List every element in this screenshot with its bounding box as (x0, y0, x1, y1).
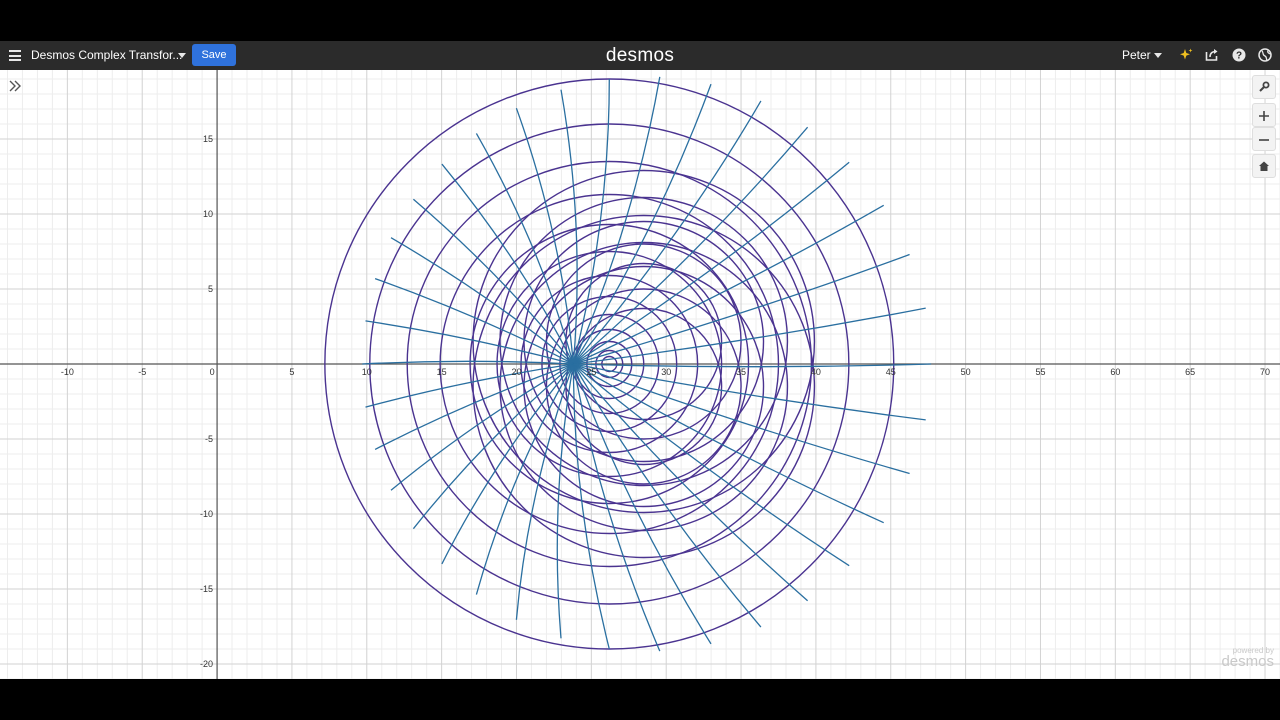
user-dropdown-chevron-icon[interactable] (1154, 53, 1162, 58)
x-tick-label: 70 (1260, 367, 1270, 377)
x-tick-label: 60 (1110, 367, 1120, 377)
y-tick-label: 10 (203, 209, 213, 219)
x-tick-label: 25 (586, 367, 596, 377)
chevron-down-icon[interactable] (178, 53, 186, 58)
y-tick-label: -20 (200, 659, 213, 669)
powered-by-desmos-watermark: powered by desmos (1221, 646, 1274, 669)
x-tick-label: 30 (661, 367, 671, 377)
x-tick-label: 50 (961, 367, 971, 377)
x-tick-label: 10 (362, 367, 372, 377)
sparkle-icon[interactable] (1178, 47, 1194, 63)
top-bar: Desmos Complex Transfor... Save desmos P… (0, 41, 1280, 70)
save-button[interactable]: Save (192, 44, 236, 66)
share-icon[interactable] (1204, 47, 1220, 63)
plus-icon[interactable] (1252, 103, 1276, 127)
help-icon[interactable]: ? (1231, 47, 1247, 63)
x-tick-label: -5 (138, 367, 146, 377)
radial-curve (573, 363, 926, 421)
minus-icon[interactable] (1252, 127, 1276, 151)
user-menu[interactable]: Peter (1122, 41, 1151, 70)
globe-icon[interactable] (1257, 47, 1273, 63)
x-tick-label: 55 (1035, 367, 1045, 377)
x-tick-label: 35 (736, 367, 746, 377)
x-tick-label: 0 (210, 367, 215, 377)
home-icon[interactable] (1252, 154, 1276, 178)
radial-curve (572, 363, 762, 628)
x-tick-label: 15 (437, 367, 447, 377)
y-tick-label: -15 (200, 584, 213, 594)
double-chevron-right-icon[interactable] (8, 79, 22, 98)
radial-curve (572, 100, 762, 365)
circle-curve (565, 262, 723, 421)
radial-curve (412, 198, 574, 365)
grid-lines (0, 70, 1280, 679)
wrench-icon[interactable] (1252, 75, 1276, 99)
hamburger-menu-icon[interactable] (9, 50, 21, 61)
y-tick-label: 5 (208, 284, 213, 294)
x-tick-label: 20 (511, 367, 521, 377)
watermark-logo-text: desmos (1221, 653, 1274, 670)
graph-plot[interactable]: -10 -5 0 5 10 15 20 25 30 35 40 45 50 55 60 65 70 15 10 5 -5… (0, 70, 1280, 679)
x-tick-label: -10 (61, 367, 74, 377)
radial-curve (572, 363, 661, 652)
x-tick-label: 5 (289, 367, 294, 377)
y-tick-label: 15 (203, 134, 213, 144)
y-tick-label: -10 (200, 509, 213, 519)
x-tick-label: 65 (1185, 367, 1195, 377)
desmos-logo: desmos (605, 45, 675, 66)
svg-text:?: ? (1236, 51, 1242, 62)
y-tick-label: -5 (205, 434, 213, 444)
radial-curve (412, 363, 574, 530)
x-tick-label: 45 (886, 367, 896, 377)
graph-canvas[interactable]: -10 -5 0 5 10 15 20 25 30 35 40 45 50 55 60 65 70 15 10 5 -5… (0, 70, 1280, 679)
radial-curve (572, 76, 661, 365)
graph-title[interactable]: Desmos Complex Transfor... (31, 41, 182, 70)
x-tick-label: 40 (811, 367, 821, 377)
